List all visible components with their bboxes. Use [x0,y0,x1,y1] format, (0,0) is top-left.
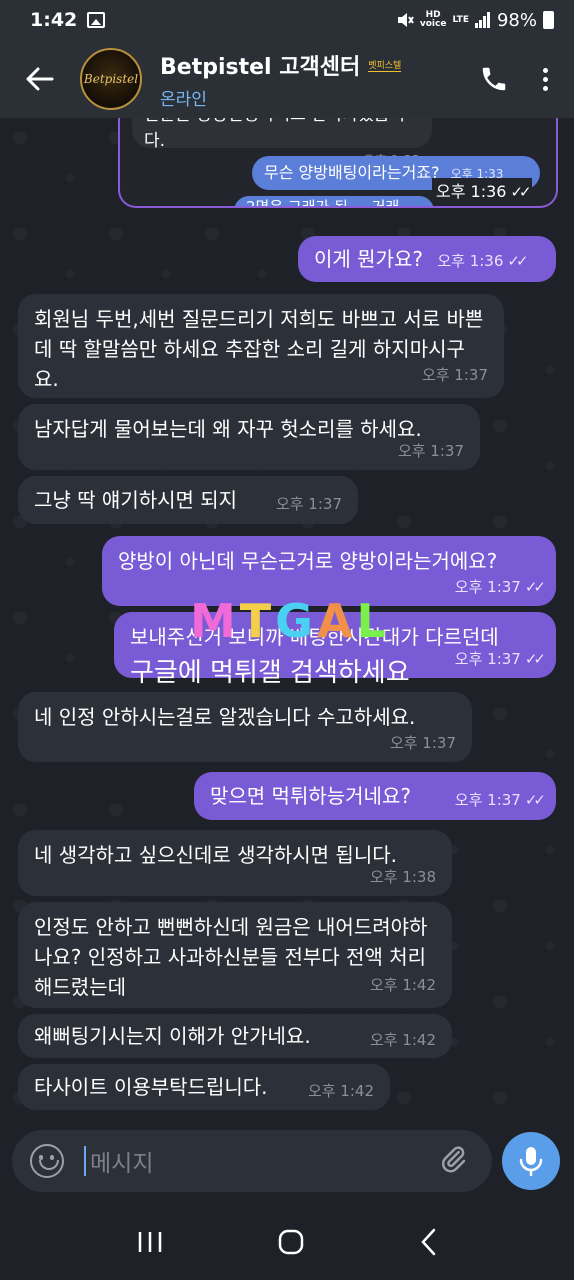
message-text: 남자답게 물어보는데 왜 자꾸 헛소리를 하세요. [34,417,422,441]
message-time: 오후 1:37 [275,495,342,513]
chat-header: Betpistel Betpistel 고객센터 벳피스텔 온라인 [0,40,574,118]
mute-icon [397,13,414,27]
back-button[interactable] [0,40,80,118]
incoming-message[interactable]: 왜뻐팅기시는지 이해가 안가네요. 오후 1:42 [18,1014,452,1058]
message-time: 오후 1:38 [369,868,436,886]
incoming-message[interactable]: 타사이트 이용부탁드립니다. 오후 1:42 [18,1064,390,1110]
recent-apps-icon[interactable] [137,1230,163,1254]
message-time: 오후 1:37 [454,578,521,596]
message-time: 오후 1:42 [369,1031,436,1049]
message-time: 오후 1:42 [307,1082,374,1100]
message-time: 오후 1:37 [389,734,456,752]
incoming-message[interactable]: 남자답게 물어보는데 왜 자꾸 헛소리를 하세요. 오후 1:37 [18,404,480,470]
message-text: 네 생각하고 싶으신데로 생각하시면 됩니다. [34,843,397,867]
message-text: 왜뻐팅기시는지 이해가 안가네요. [34,1024,311,1048]
gallery-notification-icon [87,12,106,28]
incoming-message[interactable]: 네 인정 안하시는걸로 알겠습니다 수고하세요. 오후 1:37 [18,692,472,762]
watermark-caption: 구글에 먹튀갤 검색하세요 [130,658,410,688]
network-type: LTE [452,14,469,25]
message-placeholder: 메시지 [90,1151,154,1177]
quoted-message-text: 한분은 양방인정하시고 받아가셨습니다. [144,118,405,151]
message-time: 오후 1:37 [454,791,521,809]
message-list[interactable]: 한분은 양방인정하시고 받아가셨습니다. 오후 1:33 무슨 양방배팅이라는거… [0,118,574,1128]
quoted-screenshot: 한분은 양방인정하시고 받아가셨습니다. 오후 1:33 무슨 양방배팅이라는거… [118,118,558,208]
message-text: 이게 뭔가요? [314,247,423,271]
incoming-message[interactable]: 인정도 안하고 뻔뻔하신데 원금은 내어드려야하나요? 인정하고 사과하신분들 … [18,902,452,1008]
avatar[interactable]: Betpistel [80,48,142,110]
text-cursor [84,1146,86,1176]
message-time: 오후 1:36 [437,252,504,270]
paperclip-icon[interactable] [438,1142,468,1176]
read-checks-icon: ✓✓ [524,578,546,596]
quoted-message: 한분은 양방인정하시고 받아가셨습니다. 오후 1:33 [132,118,432,169]
message-text: 인정도 안하고 뻔뻔하신데 원금은 내어드려야하나요? 인정하고 사과하신분들 … [34,915,428,999]
read-checks-icon: ✓✓ [507,252,528,270]
message-text: 맞으면 먹튀하능거네요? [210,784,411,808]
hd-voice-badge: HD voice [419,10,447,29]
quoted-message: 2명은 그래가 된 ... 거래 [234,196,434,206]
microphone-icon [519,1147,543,1176]
message-time: 오후 1:42 [369,976,436,994]
message-text: 네 인정 안하시는걸로 알겠습니다 수고하세요. [34,705,416,729]
watermark-letter: M [190,594,238,648]
signal-icon [474,12,490,28]
message-composer: 메시지 [0,1128,574,1204]
watermark-letter: A [316,594,355,648]
battery-percent: 98% [496,9,537,31]
watermark-letter: L [356,594,388,648]
read-checks-icon: ✓✓ [524,791,546,809]
message-text: 회원님 두번,세번 질문드리기 저희도 바쁘고 서로 바쁜데 딱 할말씀만 하세… [34,307,484,391]
system-nav-bar [0,1204,574,1280]
title-badge: 벳피스텔 [368,58,402,72]
message-text: 양방이 아닌데 무슨근거로 양방이라는거에요? [118,549,498,573]
watermark-logo: M T G A L [190,594,388,648]
status-bar: 1:42 HD voice LTE 98% [0,0,574,40]
phone-icon[interactable] [479,64,509,94]
status-time: 1:42 [30,9,78,31]
status-icons: HD voice LTE 98% [396,10,554,31]
message-time: 오후 1:37 [454,650,521,668]
avatar-logo-text: Betpistel [83,72,139,86]
quoted-overlay-time: 오후 1:36 ✓✓ [432,178,532,202]
incoming-message[interactable]: 네 생각하고 싶으신데로 생각하시면 됩니다. 오후 1:38 [18,830,452,896]
message-time: 오후 1:37 [421,366,488,384]
arrow-left-icon [26,67,54,91]
emoji-icon[interactable] [30,1144,64,1178]
incoming-message[interactable]: 그냥 딱 얘기하시면 되지 오후 1:37 [18,476,358,524]
message-input[interactable]: 메시지 [12,1130,492,1192]
online-status: 온라인 [160,89,207,110]
watermark-letter: G [275,594,315,648]
message-time: 오후 1:37 [397,442,464,460]
back-nav-icon[interactable] [419,1228,437,1256]
message-text: 그냥 딱 얘기하시면 되지 [34,488,238,512]
battery-icon [543,11,554,29]
read-checks-icon: ✓✓ [524,650,546,668]
outgoing-message[interactable]: 맞으면 먹튀하능거네요? 오후 1:37 ✓✓ [194,772,556,820]
outgoing-message[interactable]: 이게 뭔가요? 오후 1:36 ✓✓ [298,236,556,282]
chat-title: Betpistel 고객센터 [160,54,361,80]
message-text: 타사이트 이용부탁드립니다. [34,1075,268,1099]
home-icon[interactable] [277,1228,305,1256]
more-options-icon[interactable] [543,67,548,91]
quoted-message-text: 무슨 양방배팅이라는거죠? [264,163,440,182]
watermark-letter: T [239,594,274,648]
chat-title-block[interactable]: Betpistel 고객센터 벳피스텔 온라인 [160,49,402,110]
mic-button[interactable] [502,1132,560,1190]
incoming-message[interactable]: 회원님 두번,세번 질문드리기 저희도 바쁘고 서로 바쁜데 딱 할말씀만 하세… [18,294,504,398]
